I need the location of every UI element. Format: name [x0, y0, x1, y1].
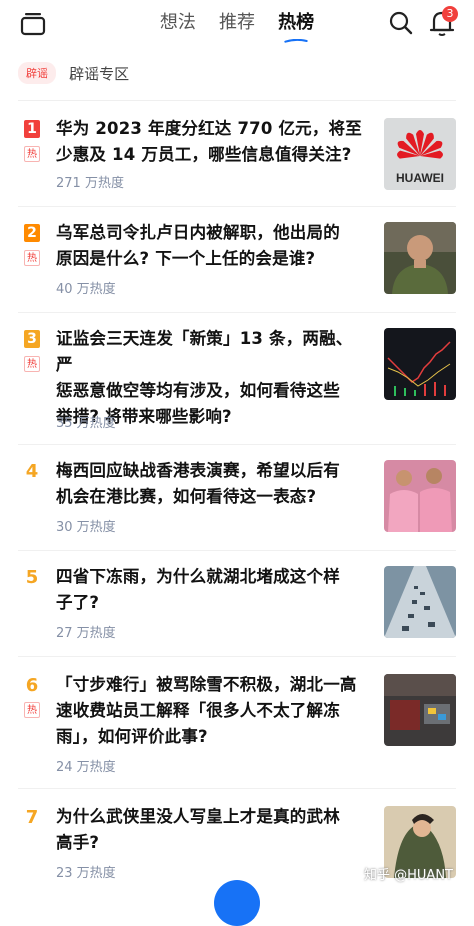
divider	[18, 444, 456, 445]
hot-tag: 热	[24, 356, 40, 372]
tab-hot-list[interactable]: 热榜	[278, 8, 315, 43]
rumor-zone-label: 辟谣专区	[69, 64, 130, 83]
rank-badge: 2	[24, 224, 40, 242]
title-line: 高手?	[56, 833, 100, 852]
title-line: 惩恶意做空等均有涉及，如何看待这些	[56, 381, 340, 400]
hot-list-item[interactable]: 6 热 「寸步难行」被骂除雪不积极，湖北一高 速收费站员工解释「很多人不太了解冻…	[0, 672, 474, 778]
item-thumbnail	[384, 222, 456, 294]
thumbnail-logo-text: HUAWEI	[396, 171, 444, 185]
item-title: 梅西回应缺战香港表演赛，希望以后有 机会在港比赛，如何看待这一表态?	[56, 458, 362, 510]
item-title: 华为 2023 年度分红达 770 亿元，将至 少惠及 14 万员工，哪些信息值…	[56, 116, 362, 168]
heat-count: 27 万热度	[56, 626, 116, 641]
rumor-zone-link[interactable]: 辟谣 辟谣专区	[18, 62, 129, 86]
hot-list-item[interactable]: 2 热 乌军总司令扎卢日内被解职，他出局的 原因是什么? 下一个上任的会是谁? …	[0, 220, 474, 300]
divider	[18, 656, 456, 657]
search-icon[interactable]	[388, 10, 414, 36]
watermark: 知乎 @HUANT	[364, 868, 453, 883]
heat-count: 271 万热度	[56, 176, 124, 191]
tab-recommend[interactable]: 推荐	[219, 8, 255, 40]
floating-action-button[interactable]	[214, 880, 260, 926]
title-line: 华为 2023 年度分红达 770 亿元，将至	[56, 119, 362, 138]
hot-list-item[interactable]: 3 热 证监会三天连发「新策」13 条，两融、严 惩恶意做空等均有涉及，如何看待…	[0, 326, 474, 432]
heat-count: 30 万热度	[56, 520, 116, 535]
hot-tag: 热	[24, 702, 40, 718]
rank-number: 5	[25, 567, 39, 588]
heat-count: 23 万热度	[56, 866, 116, 881]
stock-chart-image	[384, 328, 456, 400]
heat-count: 35 万热度	[56, 416, 116, 431]
rank-badge: 3	[24, 330, 40, 348]
title-line: 「寸步难行」被骂除雪不积极，湖北一高	[56, 675, 357, 694]
item-title: 四省下冻雨，为什么就湖北堵成这个样 子了?	[56, 564, 362, 616]
item-thumbnail	[384, 328, 456, 400]
rumor-tag: 辟谣	[18, 62, 56, 84]
title-line: 速收费站员工解释「很多人不太了解冻	[56, 701, 340, 720]
heat-count: 24 万热度	[56, 760, 116, 775]
title-line: 原因是什么? 下一个上任的会是谁?	[56, 249, 316, 268]
item-thumbnail	[384, 566, 456, 638]
item-thumbnail	[384, 460, 456, 532]
item-title: 「寸步难行」被骂除雪不积极，湖北一高 速收费站员工解释「很多人不太了解冻 雨」，…	[56, 672, 362, 750]
title-line: 雨」，如何评价此事?	[56, 727, 208, 746]
notification-badge: 3	[442, 6, 458, 22]
title-line: 少惠及 14 万员工，哪些信息值得关注?	[56, 145, 352, 164]
item-title: 乌军总司令扎卢日内被解职，他出局的 原因是什么? 下一个上任的会是谁?	[56, 220, 362, 272]
top-bar: 想法 推荐 热榜 3	[0, 0, 474, 48]
title-line: 梅西回应缺战香港表演赛，希望以后有	[56, 461, 340, 480]
tab-ideas[interactable]: 想法	[160, 8, 196, 40]
title-line: 子了?	[56, 593, 100, 612]
hot-list-item[interactable]: 1 热 华为 2023 年度分红达 770 亿元，将至 少惠及 14 万员工，哪…	[0, 116, 474, 196]
divider	[18, 100, 456, 101]
heat-count: 40 万热度	[56, 282, 116, 297]
hot-list-item[interactable]: 4 梅西回应缺战香港表演赛，希望以后有 机会在港比赛，如何看待这一表态? 30 …	[0, 458, 474, 538]
item-thumbnail	[384, 674, 456, 746]
divider	[18, 206, 456, 207]
title-line: 四省下冻雨，为什么就湖北堵成这个样	[56, 567, 340, 586]
huawei-logo-image: HUAWEI	[384, 118, 456, 190]
title-line: 乌军总司令扎卢日内被解职，他出局的	[56, 223, 340, 242]
item-title: 为什么武侠里没人写皇上才是真的武林 高手?	[56, 804, 362, 856]
rank-number: 6	[25, 675, 39, 696]
rank-number: 7	[25, 807, 39, 828]
hot-tag: 热	[24, 146, 40, 162]
divider	[18, 788, 456, 789]
hot-list-item[interactable]: 5 四省下冻雨，为什么就湖北堵成这个样 子了? 27 万热度	[0, 564, 474, 644]
snowy-highway-image	[384, 566, 456, 638]
title-line: 为什么武侠里没人写皇上才是真的武林	[56, 807, 340, 826]
divider	[18, 550, 456, 551]
title-line: 机会在港比赛，如何看待这一表态?	[56, 487, 317, 506]
hot-tag: 热	[24, 250, 40, 266]
person-photo-image	[384, 222, 456, 294]
tab-hot-list-label: 热榜	[278, 12, 315, 33]
item-thumbnail: HUAWEI	[384, 118, 456, 190]
title-line: 证监会三天连发「新策」13 条，两融、严	[56, 329, 353, 374]
soccer-players-image	[384, 460, 456, 532]
divider	[18, 312, 456, 313]
toll-station-image	[384, 674, 456, 746]
rank-number: 4	[25, 461, 39, 482]
rank-badge: 1	[24, 120, 40, 138]
active-tab-underline	[284, 39, 308, 43]
